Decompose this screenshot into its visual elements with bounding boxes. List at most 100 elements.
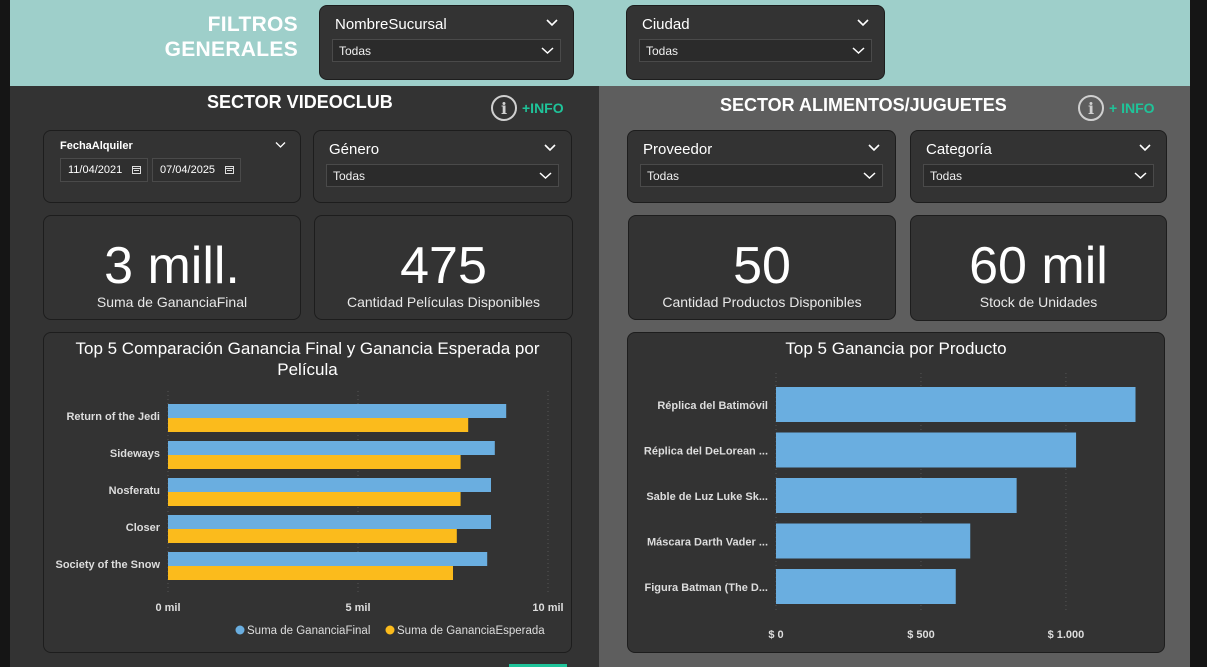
genero-slicer[interactable]: Género Todas <box>313 130 572 203</box>
ciudad-dropdown[interactable]: Todas <box>639 39 872 62</box>
genero-value: Todas <box>333 169 366 183</box>
legend-label: Suma de GananciaFinal <box>247 625 370 637</box>
y-tick-label: Réplica del Batimóvil <box>657 400 768 412</box>
categoria-slicer[interactable]: Categoría Todas <box>910 130 1167 203</box>
x-tick-label: $ 1.000 <box>1048 629 1085 641</box>
ciudad-value: Todas <box>646 44 679 58</box>
bar-ganancia-final <box>168 552 488 566</box>
categoria-label: Categoría <box>926 141 992 158</box>
legend-label: Suma de GananciaEsperada <box>397 625 545 637</box>
genero-dropdown[interactable]: Todas <box>326 164 559 187</box>
sucursal-label: NombreSucursal <box>335 16 447 33</box>
y-tick-label: Figura Batman (The D... <box>645 582 768 594</box>
kpi-productos-caption: Cantidad Productos Disponibles <box>662 294 862 310</box>
proveedor-label: Proveedor <box>643 141 713 158</box>
chevron-down-icon[interactable] <box>543 142 557 154</box>
filters-title-line1: FILTROS <box>207 13 298 36</box>
bar-ganancia-esperada <box>168 492 461 506</box>
videoclub-info-label: +INFO <box>522 100 564 116</box>
legend-marker <box>385 625 395 635</box>
alimentos-info-button[interactable]: i + INFO <box>1078 95 1155 121</box>
kpi-stock-value: 60 mil <box>969 237 1108 295</box>
kpi-ganancia-value: 3 mill. <box>104 237 240 295</box>
chevron-down-icon <box>541 47 554 55</box>
date-slicer[interactable]: FechaAlquiler 11/04/2021 07/04/2025 <box>43 130 301 203</box>
y-tick-label: Máscara Darth Vader ... <box>647 537 768 549</box>
ciudad-label: Ciudad <box>642 16 690 33</box>
date-from-value: 11/04/2021 <box>68 164 123 176</box>
bar-ganancia-producto <box>776 432 1077 468</box>
bar-ganancia-esperada <box>168 418 469 432</box>
chevron-down-icon[interactable] <box>545 17 559 29</box>
chart-productos: $ 0 $ 500 $ 1.000 Réplica del Batimóvil Répl… <box>644 373 1136 641</box>
bar-ganancia-producto <box>776 523 971 559</box>
kpi-ganancia-card: 3 mill. Suma de GananciaFinal <box>43 215 301 320</box>
chart-peliculas-card: Top 5 Comparación Ganancia Final y Ganan… <box>43 332 572 653</box>
bar-ganancia-producto <box>776 569 956 604</box>
chevron-down-icon[interactable] <box>856 17 870 29</box>
kpi-peliculas-value: 475 <box>400 237 487 295</box>
chevron-down-icon <box>863 172 876 180</box>
videoclub-info-button[interactable]: i +INFO <box>491 95 564 121</box>
kpi-peliculas-caption: Cantidad Películas Disponibles <box>347 294 540 310</box>
sucursal-dropdown[interactable]: Todas <box>332 39 561 62</box>
y-tick-label: Réplica del DeLorean ... <box>644 446 768 458</box>
chart-peliculas: 0 mil 5 mil 10 mil Return of the Jedi Sidewa… <box>55 391 564 637</box>
y-tick-label: Sideways <box>110 448 160 460</box>
kpi-stock-caption: Stock de Unidades <box>979 294 1098 310</box>
filters-title-line2: GENERALES <box>164 38 298 61</box>
proveedor-slicer[interactable]: Proveedor Todas <box>627 130 896 203</box>
kpi-productos-card: 50 Cantidad Productos Disponibles <box>628 215 896 320</box>
y-tick-label: Nosferatu <box>109 485 160 497</box>
x-tick-label: $ 0 <box>768 629 783 641</box>
y-tick-label: Return of the Jedi <box>66 411 160 423</box>
bar-ganancia-producto <box>776 387 1136 422</box>
kpi-productos-value: 50 <box>733 237 791 295</box>
bar-ganancia-final <box>168 515 491 529</box>
kpi-ganancia-caption: Suma de GananciaFinal <box>96 294 248 310</box>
filters-title: FILTROS GENERALES <box>120 12 298 62</box>
kpi-peliculas-card: 475 Cantidad Películas Disponibles <box>314 215 573 320</box>
chevron-down-icon[interactable] <box>1138 142 1152 154</box>
x-tick-label: $ 500 <box>907 629 935 641</box>
calendar-icon[interactable] <box>132 165 141 174</box>
bar-ganancia-esperada <box>168 455 461 469</box>
x-tick-label: 0 mil <box>155 602 180 614</box>
bar-ganancia-producto <box>776 478 1017 513</box>
alimentos-info-label: + INFO <box>1109 100 1155 116</box>
proveedor-value: Todas <box>647 169 680 183</box>
chart-productos-card: Top 5 Ganancia por Producto $ 0 $ 500 $ 1.… <box>627 332 1165 653</box>
videoclub-title: SECTOR VIDEOCLUB <box>207 92 393 112</box>
chevron-down-icon <box>852 47 865 55</box>
chevron-down-icon[interactable] <box>275 141 286 149</box>
bar-ganancia-final <box>168 404 507 418</box>
proveedor-dropdown[interactable]: Todas <box>640 164 883 187</box>
sucursal-value: Todas <box>339 44 372 58</box>
kpi-stock-card: 60 mil Stock de Unidades <box>910 215 1167 321</box>
chevron-down-icon[interactable] <box>867 142 881 154</box>
y-tick-label: Closer <box>126 522 161 534</box>
x-tick-label: 10 mil <box>532 602 563 614</box>
ciudad-slicer[interactable]: Ciudad Todas <box>626 5 885 80</box>
date-from-input[interactable]: 11/04/2021 <box>60 158 148 182</box>
bar-ganancia-esperada <box>168 566 453 580</box>
categoria-dropdown[interactable]: Todas <box>923 164 1154 187</box>
bar-ganancia-esperada <box>168 529 457 543</box>
genero-label: Género <box>329 141 380 158</box>
info-icon: i <box>491 95 517 121</box>
y-tick-label: Sable de Luz Luke Sk... <box>646 491 768 503</box>
y-tick-label: Society of the Snow <box>55 559 160 571</box>
chevron-down-icon <box>539 172 552 180</box>
categoria-value: Todas <box>930 169 963 183</box>
chevron-down-icon <box>1134 172 1147 180</box>
legend-marker <box>235 625 245 635</box>
bar-ganancia-final <box>168 441 495 455</box>
date-to-value: 07/04/2025 <box>160 164 216 176</box>
x-tick-label: 5 mil <box>345 602 370 614</box>
alimentos-title: SECTOR ALIMENTOS/JUGUETES <box>720 95 1007 115</box>
calendar-icon[interactable] <box>225 165 234 174</box>
sucursal-slicer[interactable]: NombreSucursal Todas <box>319 5 574 80</box>
date-to-input[interactable]: 07/04/2025 <box>152 158 241 182</box>
date-slicer-label: FechaAlquiler <box>60 140 133 152</box>
info-icon: i <box>1078 95 1104 121</box>
